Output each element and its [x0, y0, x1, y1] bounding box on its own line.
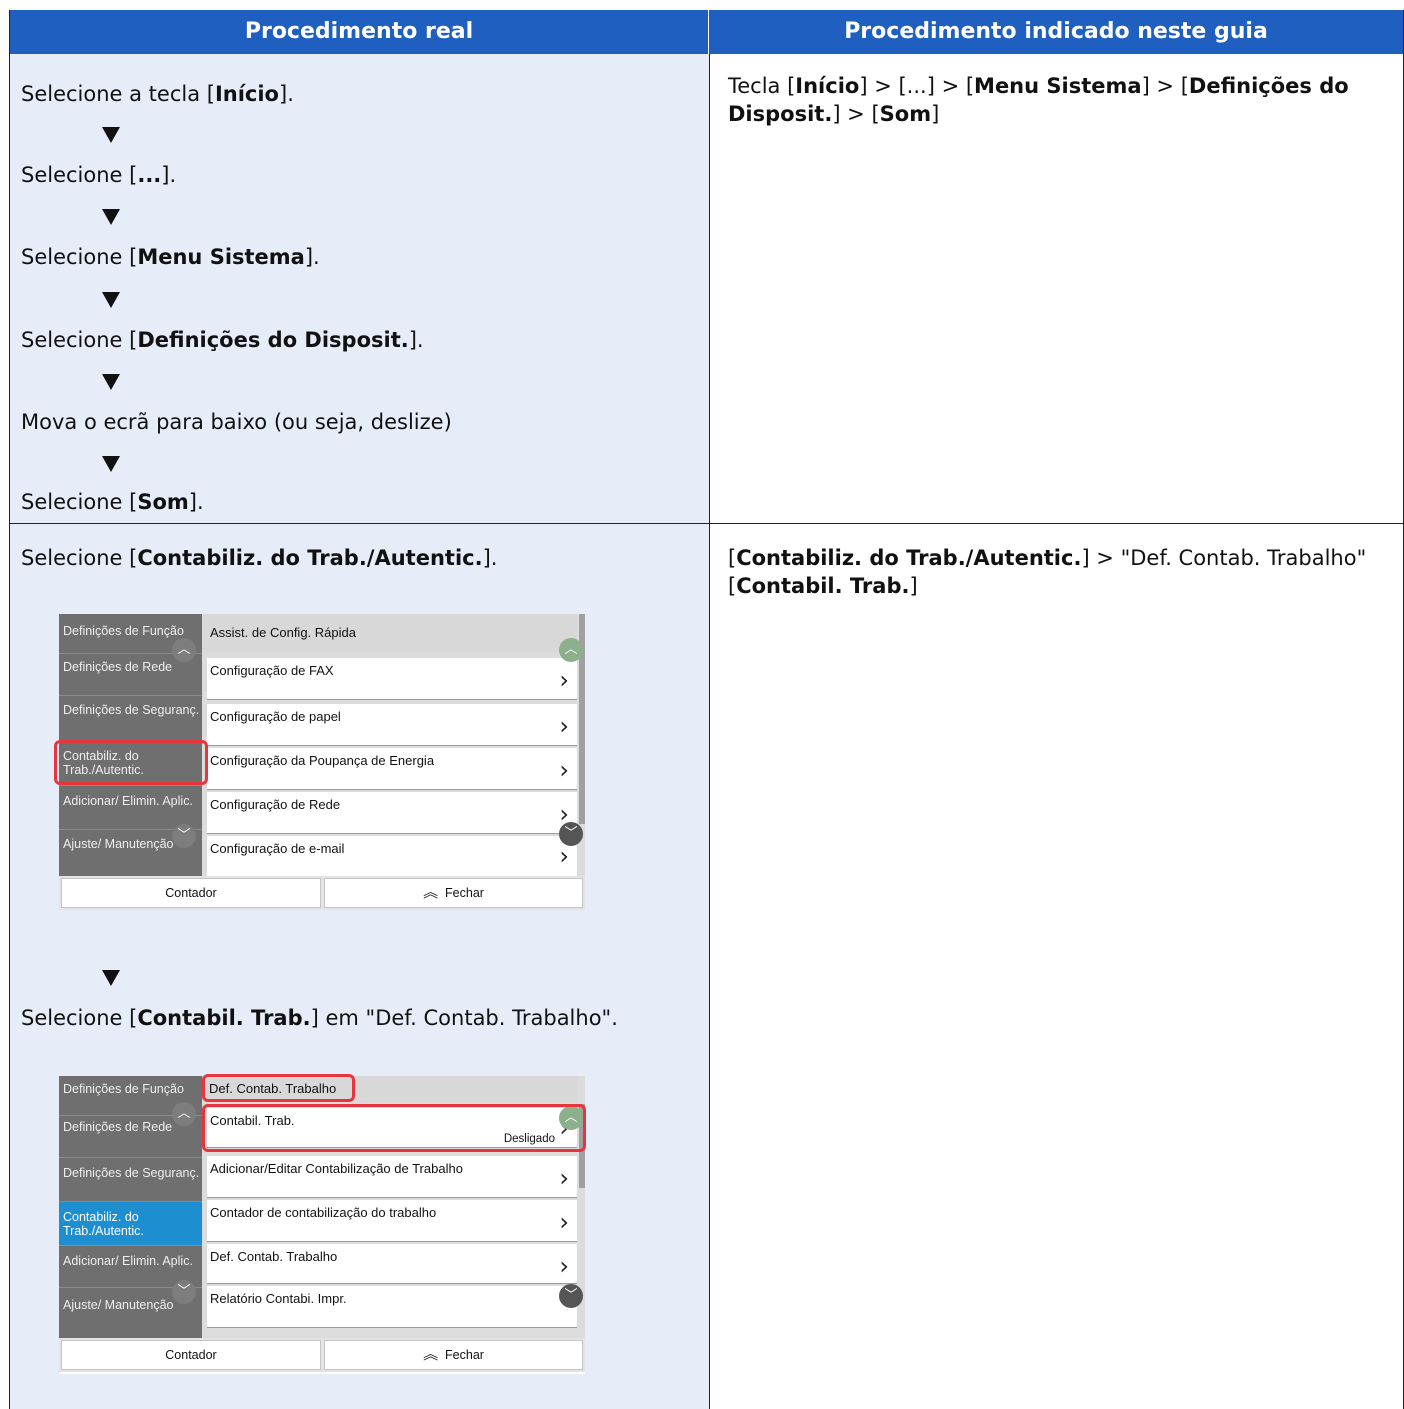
chevron-right-icon: › — [559, 756, 569, 784]
double-chevron-up-icon: ︽ — [423, 884, 439, 901]
menu-item-network[interactable]: Configuração de Rede › — [207, 792, 577, 834]
close-button[interactable]: ︽ Fechar — [324, 878, 583, 908]
down-triangle-icon — [102, 970, 120, 986]
menu-item-label: Configuração de e-mail — [210, 841, 345, 856]
sidebar-item-security-settings[interactable]: Definições de Seguranç. — [59, 696, 202, 741]
chevron-right-icon: › — [559, 1164, 569, 1192]
chevron-right-icon: › — [559, 1208, 569, 1236]
counter-button[interactable]: Contador — [61, 878, 321, 908]
menu-item-paper[interactable]: Configuração de papel › — [207, 704, 577, 746]
chevron-down-icon[interactable]: ﹀ — [172, 1280, 196, 1304]
step-job-accounting: Selecione [Contabiliz. do Trab./Autentic… — [21, 546, 498, 570]
menu-item-label: Configuração de papel — [210, 709, 341, 724]
menu-item-label: Contador de contabilização do trabalho — [210, 1205, 437, 1220]
menu-item-energy-saver[interactable]: Configuração da Poupança de Energia › — [207, 748, 577, 790]
highlight-job-accounting-toggle — [202, 1104, 586, 1152]
screen-panel-2: Definições de Função Definições de Rede … — [59, 1074, 586, 1374]
menu-item-label: Configuração da Poupança de Energia — [210, 753, 435, 768]
menu-item-accounting-settings[interactable]: Def. Contab. Trabalho › — [207, 1244, 577, 1284]
document: Procedimento real Procedimento indicado … — [9, 10, 1404, 1409]
step-scroll-down: Mova o ecrã para baixo (ou seja, deslize… — [21, 410, 452, 434]
menu-item-accounting-report[interactable]: Relatório Contabi. Impr. — [207, 1286, 577, 1328]
close-button-label: Fechar — [445, 1348, 484, 1362]
procedure-table: Procedimento real Procedimento indicado … — [9, 10, 1404, 1409]
down-triangle-icon — [102, 209, 120, 225]
chevron-right-icon: › — [559, 1252, 569, 1280]
chevron-down-icon[interactable]: ﹀ — [559, 1284, 583, 1308]
down-triangle-icon — [102, 374, 120, 390]
panel2-sidebar: Definições de Função Definições de Rede … — [59, 1076, 202, 1338]
guide-path-1: Tecla [Início] > [...] > [Menu Sistema] … — [728, 74, 1349, 126]
step-home-key: Selecione a tecla [Início]. — [21, 82, 294, 106]
row2-guide-cell: [Contabiliz. do Trab./Autentic.] > "Def.… — [710, 524, 1403, 1409]
menu-item-fax[interactable]: Configuração de FAX › — [207, 658, 577, 700]
chevron-right-icon: › — [559, 842, 569, 870]
header-actual-procedure: Procedimento real — [10, 10, 709, 54]
menu-item-label: Def. Contab. Trabalho — [210, 1249, 338, 1264]
sidebar-item-job-accounting[interactable]: Contabiliz. do Trab./Autentic. — [59, 1202, 202, 1246]
close-button[interactable]: ︽ Fechar — [324, 1340, 583, 1370]
screen-panel-1: Definições de Função Definições de Rede … — [54, 614, 585, 910]
step-device-settings: Selecione [Definições do Disposit.]. — [21, 328, 424, 352]
highlight-accounting-header — [202, 1074, 355, 1102]
panel1-header: Assist. de Config. Rápida — [202, 614, 577, 652]
menu-item-accounting-counter[interactable]: Contador de contabilização do trabalho › — [207, 1200, 577, 1242]
menu-item-label: Configuração de Rede — [210, 797, 341, 812]
menu-item-label: Relatório Contabi. Impr. — [210, 1291, 347, 1306]
counter-button[interactable]: Contador — [61, 1340, 321, 1370]
double-chevron-up-icon: ︽ — [423, 1346, 439, 1363]
sidebar-item-security-settings[interactable]: Definições de Seguranç. — [59, 1158, 202, 1202]
down-triangle-icon — [102, 127, 120, 143]
panel1-footer: Contador ︽ Fechar — [59, 876, 585, 910]
chevron-up-icon[interactable]: ︿ — [559, 638, 583, 662]
row1-guide-cell: Tecla [Início] > [...] > [Menu Sistema] … — [710, 54, 1403, 524]
chevron-down-icon[interactable]: ﹀ — [559, 822, 583, 846]
header-guide-procedure: Procedimento indicado neste guia — [709, 10, 1403, 54]
panel1-main: Assist. de Config. Rápida Configuração d… — [202, 614, 585, 876]
menu-item-label: Configuração de FAX — [210, 663, 334, 678]
menu-item-label: Adicionar/Editar Contabilização de Traba… — [210, 1161, 463, 1176]
chevron-right-icon: › — [559, 712, 569, 740]
chevron-down-icon[interactable]: ﹀ — [172, 824, 196, 848]
highlight-job-accounting — [54, 740, 208, 785]
close-button-label: Fechar — [445, 886, 484, 900]
menu-item-email[interactable]: Configuração de e-mail › — [207, 836, 577, 876]
down-triangle-icon — [102, 456, 120, 472]
guide-path-2: [Contabiliz. do Trab./Autentic.] > "Def.… — [728, 546, 1367, 598]
row2-actual-cell: Selecione [Contabiliz. do Trab./Autentic… — [10, 524, 710, 1409]
row1-actual-cell: Selecione a tecla [Início]. Selecione [.… — [10, 54, 710, 524]
down-triangle-icon — [102, 292, 120, 308]
chevron-up-icon[interactable]: ︿ — [172, 1102, 196, 1126]
chevron-up-icon[interactable]: ︿ — [172, 638, 196, 662]
step-more: Selecione [...]. — [21, 163, 177, 187]
panel2-footer: Contador ︽ Fechar — [59, 1338, 585, 1372]
step-sound: Selecione [Som]. — [21, 490, 204, 514]
step-job-accounting-toggle: Selecione [Contabil. Trab.] em "Def. Con… — [21, 1006, 618, 1030]
menu-item-add-edit-accounting[interactable]: Adicionar/Editar Contabilização de Traba… — [207, 1156, 577, 1198]
step-system-menu: Selecione [Menu Sistema]. — [21, 245, 320, 269]
chevron-right-icon: › — [559, 666, 569, 694]
